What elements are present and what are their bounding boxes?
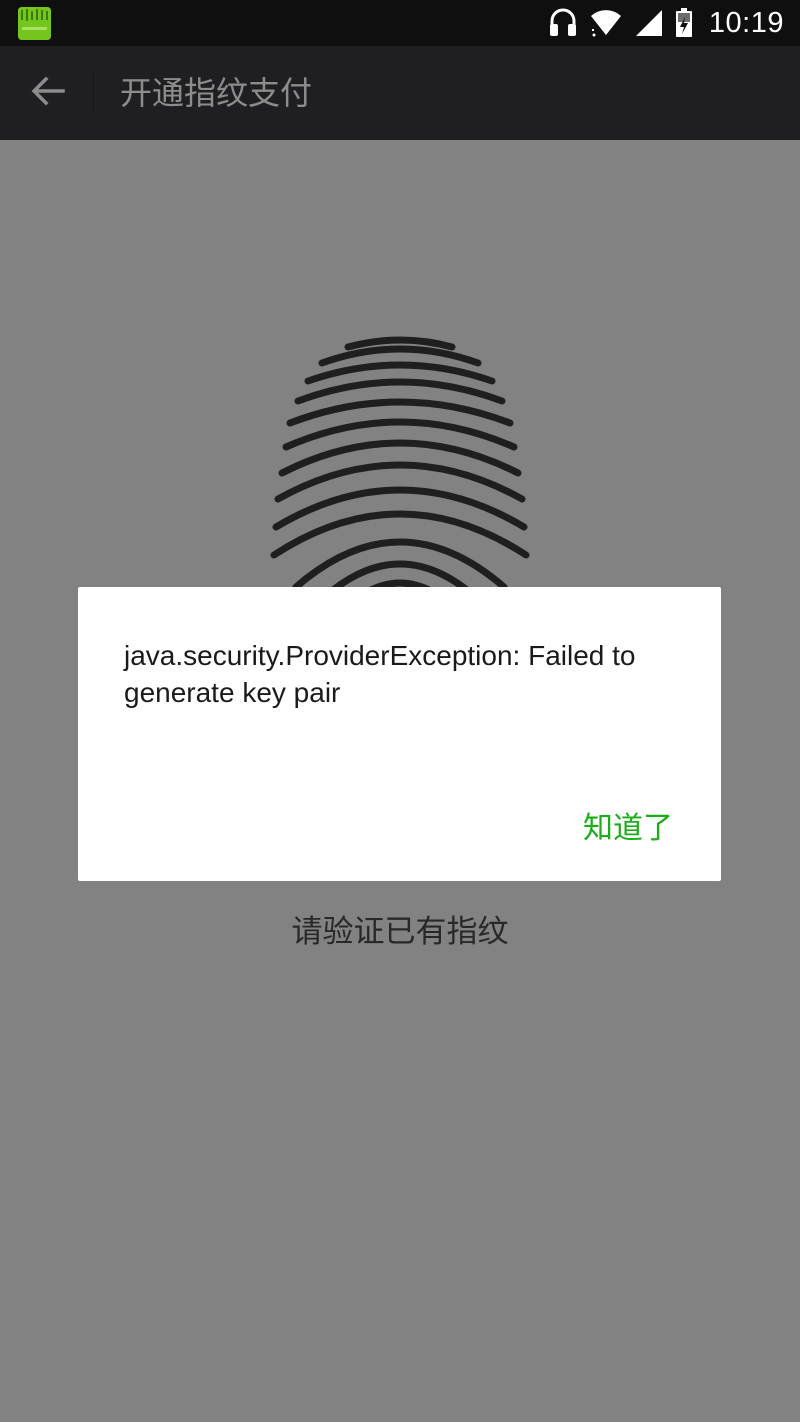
screen: 10:19 开通指纹支付 请验证已有指纹 java.security.Provi…	[0, 0, 800, 1422]
status-bar: 10:19	[0, 0, 800, 46]
dialog-message: java.security.ProviderException: Failed …	[124, 640, 636, 708]
status-icons: 10:19	[549, 0, 784, 46]
error-dialog: java.security.ProviderException: Failed …	[78, 587, 721, 881]
app-notification-icon	[18, 7, 51, 40]
status-time: 10:19	[708, 6, 784, 39]
cellular-signal-icon	[635, 9, 663, 37]
battery-icon	[675, 8, 693, 38]
wifi-icon	[589, 9, 623, 37]
headphones-icon	[549, 8, 577, 38]
dialog-confirm-button[interactable]: 知道了	[583, 799, 673, 851]
